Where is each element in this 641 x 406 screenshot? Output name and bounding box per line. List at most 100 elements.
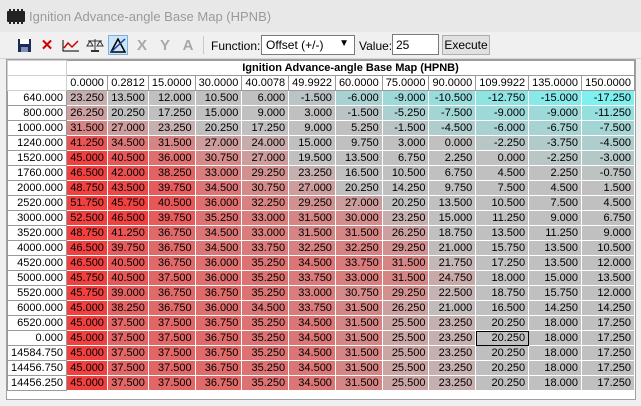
map-cell[interactable]: -6.750	[528, 120, 583, 136]
map-cell[interactable]: 36.750	[194, 345, 243, 361]
map-cell[interactable]: 20.250	[106, 105, 149, 121]
map-cell[interactable]: 33.000	[241, 210, 290, 226]
row-header[interactable]: 6520.000	[7, 315, 67, 331]
map-cell[interactable]: 5.250	[334, 120, 383, 136]
map-cell[interactable]: 14.250	[381, 180, 430, 196]
map-cell[interactable]: 45.000	[66, 300, 108, 316]
map-cell[interactable]: 15.750	[528, 285, 583, 301]
map-cell[interactable]: 17.250	[581, 345, 635, 361]
map-cell[interactable]: 37.500	[106, 330, 149, 346]
map-cell[interactable]: 36.750	[194, 315, 243, 331]
map-cell[interactable]: 34.500	[288, 360, 336, 376]
map-cell[interactable]: 32.250	[241, 195, 290, 211]
column-header[interactable]: 75.0000	[381, 75, 430, 91]
map-cell[interactable]: 39.750	[147, 210, 196, 226]
map-cell[interactable]: 40.500	[106, 150, 149, 166]
map-cell[interactable]: 11.250	[528, 225, 583, 241]
map-cell[interactable]: 35.250	[241, 375, 290, 391]
map-cell[interactable]: 34.500	[288, 345, 336, 361]
map-cell[interactable]: 36.750	[147, 285, 196, 301]
column-header[interactable]: 49.9922	[288, 75, 336, 91]
map-cell[interactable]: -2.250	[528, 150, 583, 166]
map-cell[interactable]: 31.500	[334, 315, 383, 331]
map-cell[interactable]: 35.250	[241, 360, 290, 376]
map-cell[interactable]: 10.500	[194, 90, 243, 106]
map-cell[interactable]: 12.000	[581, 255, 635, 271]
map-cell[interactable]: 17.250	[241, 120, 290, 136]
map-cell[interactable]: 36.000	[194, 195, 243, 211]
map-cell[interactable]: 33.000	[241, 225, 290, 241]
map-cell[interactable]: 18.000	[475, 270, 530, 286]
map-cell[interactable]: -9.000	[475, 105, 530, 121]
map-cell[interactable]: 37.500	[147, 330, 196, 346]
map-cell[interactable]: 34.500	[288, 375, 336, 391]
map-cell[interactable]: 18.750	[475, 285, 530, 301]
map-cell[interactable]: 18.000	[528, 375, 583, 391]
map-cell[interactable]: 36.750	[147, 255, 196, 271]
map-cell[interactable]: 33.750	[288, 270, 336, 286]
map-cell[interactable]: 36.000	[147, 150, 196, 166]
x-axis-icon[interactable]: X	[132, 35, 152, 55]
map-cell[interactable]: 18.000	[528, 315, 583, 331]
map-cell[interactable]: 12.000	[147, 90, 196, 106]
map-cell[interactable]: 9.000	[528, 210, 583, 226]
map-cell[interactable]: 23.250	[428, 375, 477, 391]
map-cell[interactable]: 34.500	[288, 315, 336, 331]
map-cell[interactable]: 27.000	[334, 195, 383, 211]
map-cell[interactable]: 19.500	[288, 150, 336, 166]
row-header[interactable]: 3000.000	[7, 210, 67, 226]
column-header[interactable]: 150.0000	[581, 75, 635, 91]
map-cell[interactable]: 9.750	[334, 135, 383, 151]
close-icon[interactable]: ✕	[37, 35, 57, 55]
row-header[interactable]: 2000.000	[7, 180, 67, 196]
map-cell[interactable]: 10.500	[475, 195, 530, 211]
map-cell[interactable]: 43.500	[106, 180, 149, 196]
map-cell[interactable]: 41.250	[66, 135, 108, 151]
map-cell[interactable]: 9.750	[428, 180, 477, 196]
map-cell[interactable]: 16.500	[334, 165, 383, 181]
map-cell[interactable]: 20.250	[381, 195, 430, 211]
map-cell[interactable]: 20.250	[475, 345, 530, 361]
map-cell[interactable]: -7.500	[581, 120, 635, 136]
map-cell[interactable]: 25.500	[381, 375, 430, 391]
map-cell[interactable]: 4.500	[528, 180, 583, 196]
map-cell[interactable]: 31.500	[334, 330, 383, 346]
map-cell[interactable]: 23.250	[428, 315, 477, 331]
map-cell[interactable]: 7.500	[475, 180, 530, 196]
map-cell[interactable]: 34.500	[194, 240, 243, 256]
map-cell[interactable]: -10.500	[428, 90, 477, 106]
map-cell[interactable]: 13.500	[334, 150, 383, 166]
map-cell[interactable]: 35.250	[241, 285, 290, 301]
row-header[interactable]: 5520.000	[7, 285, 67, 301]
map-cell[interactable]: 33.000	[194, 165, 243, 181]
map-cell[interactable]: 33.750	[288, 300, 336, 316]
map-cell[interactable]: 23.250	[428, 330, 477, 346]
map-cell[interactable]: 46.500	[66, 255, 108, 271]
map-cell[interactable]: 29.250	[241, 165, 290, 181]
row-header[interactable]: 1240.000	[7, 135, 67, 151]
map-cell[interactable]: 40.500	[147, 195, 196, 211]
map-cell[interactable]: 30.000	[334, 210, 383, 226]
map-cell[interactable]: 34.500	[241, 300, 290, 316]
y-axis-icon[interactable]: Y	[155, 35, 175, 55]
map-cell[interactable]: 48.750	[66, 225, 108, 241]
map-cell[interactable]: 27.000	[194, 135, 243, 151]
map-cell[interactable]: 23.250	[66, 90, 108, 106]
map-cell[interactable]: 37.500	[147, 315, 196, 331]
column-header[interactable]: 40.0078	[241, 75, 290, 91]
map-cell[interactable]: 45.000	[66, 375, 108, 391]
row-header[interactable]: 6000.000	[7, 300, 67, 316]
map-cell[interactable]: 9.000	[288, 120, 336, 136]
map-cell[interactable]: 37.500	[106, 315, 149, 331]
map-cell[interactable]: 15.000	[194, 105, 243, 121]
map-cell[interactable]: 26.250	[381, 225, 430, 241]
map-cell[interactable]: 20.250	[334, 180, 383, 196]
column-header[interactable]: 0.0000	[66, 75, 108, 91]
map-cell[interactable]: 14.250	[528, 300, 583, 316]
map-cell[interactable]: 52.500	[66, 210, 108, 226]
map-cell[interactable]: 36.750	[194, 375, 243, 391]
map-cell[interactable]: 37.500	[106, 345, 149, 361]
map-cell[interactable]: 15.000	[528, 270, 583, 286]
map-cell[interactable]: -3.000	[581, 150, 635, 166]
map-cell[interactable]: 23.250	[428, 345, 477, 361]
